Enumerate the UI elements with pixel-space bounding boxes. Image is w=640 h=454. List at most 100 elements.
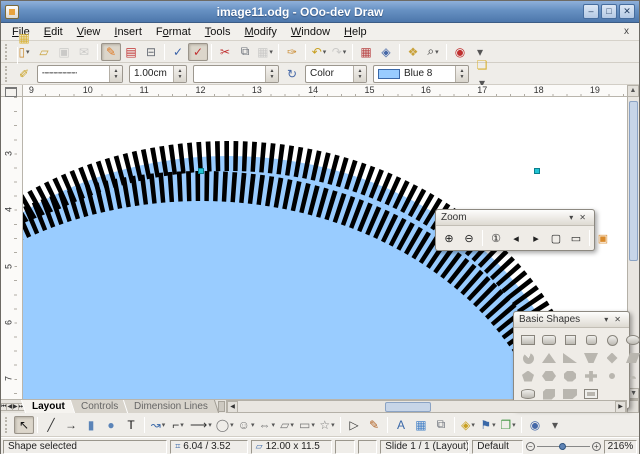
shape-ring-button[interactable]	[602, 368, 622, 384]
dropdown-arrow-icon[interactable]: ▾	[471, 421, 475, 429]
chevron-down-icon[interactable]: ▾	[566, 213, 576, 222]
menu-view[interactable]: View	[70, 25, 108, 39]
zoom-out-button[interactable]: ⊖	[459, 229, 479, 247]
tab-layout[interactable]: Layout	[21, 400, 76, 413]
insert-chart-button[interactable]: ▦	[356, 43, 376, 61]
curve-button[interactable]: ↝▾	[148, 416, 168, 434]
close-button[interactable]: ✕	[619, 4, 635, 19]
connector-button[interactable]: ⌐▾	[168, 416, 188, 434]
glue-points-button[interactable]: ✎	[364, 416, 384, 434]
ruler-origin-icon[interactable]	[1, 85, 23, 97]
help-button[interactable]: ◉	[450, 43, 470, 61]
zoom-slider-track[interactable]	[537, 442, 590, 451]
toolbar-grip[interactable]	[5, 44, 10, 60]
zoom-out-icon[interactable]: −	[526, 442, 535, 451]
alignment-button[interactable]: ⚑▾	[478, 416, 498, 434]
horizontal-ruler[interactable]: 910111213141516171819	[23, 85, 627, 97]
gallery-button[interactable]: ❖	[403, 43, 423, 61]
fontwork-gallery-button[interactable]: A	[391, 416, 411, 434]
menu-tools[interactable]: Tools	[198, 25, 238, 39]
zoom-slider[interactable]: − +	[526, 442, 601, 451]
shape-cross-button[interactable]	[581, 368, 601, 384]
close-document-icon[interactable]: x	[618, 26, 635, 37]
open-button[interactable]: ▱	[34, 43, 54, 61]
scroll-up-icon[interactable]: ▲	[627, 85, 639, 97]
interaction-button[interactable]: ◉	[525, 416, 545, 434]
styles-window-button[interactable]: ▦	[14, 29, 34, 47]
symbol-shapes-button[interactable]: ☺▾	[236, 416, 257, 434]
spinner-icon[interactable]: ▲▼	[353, 66, 366, 82]
shape-hexagon-button[interactable]	[539, 368, 559, 384]
shape-right-triangle-button[interactable]	[560, 350, 580, 366]
selection-handle[interactable]	[198, 168, 204, 174]
rotate-button[interactable]: ◈▾	[458, 416, 478, 434]
vertical-ruler[interactable]: 34567	[1, 97, 23, 399]
dropdown-arrow-icon[interactable]: ▾	[512, 421, 516, 429]
fill-color-select[interactable]: Blue 8 ▲▼	[373, 65, 469, 83]
line-button[interactable]: ╱	[41, 416, 61, 434]
shape-rounded-rectangle-button[interactable]	[539, 332, 559, 348]
dropdown-arrow-icon[interactable]: ▾	[311, 421, 315, 429]
close-icon[interactable]: ✕	[611, 315, 624, 324]
object-zoom-button[interactable]: ▣	[593, 229, 613, 247]
cut-button[interactable]: ✂	[215, 43, 235, 61]
dropdown-arrow-icon[interactable]: ▾	[271, 421, 275, 429]
zoom-percentage[interactable]: 216%	[604, 440, 637, 454]
edit-file-button[interactable]: ✎	[101, 43, 121, 61]
shape-regular-pentagon-button[interactable]	[518, 368, 538, 384]
dropdown-arrow-icon[interactable]: ▾	[331, 421, 335, 429]
ellipse-button[interactable]: ●	[101, 416, 121, 434]
spinner-icon[interactable]: ▲▼	[265, 66, 278, 82]
tab-dimension-lines[interactable]: Dimension Lines	[123, 400, 219, 413]
dropdown-arrow-icon[interactable]: ▾	[290, 421, 294, 429]
scroll-left-icon[interactable]: ◀	[227, 401, 238, 413]
toolbar-grip[interactable]	[5, 417, 10, 433]
redo-button[interactable]: ↷▾	[329, 43, 349, 61]
spinner-icon[interactable]: ▲▼	[109, 66, 122, 82]
stars-button[interactable]: ☆▾	[317, 416, 337, 434]
zoom-next-button[interactable]: ▸	[526, 229, 546, 247]
entire-page-button[interactable]: ▢	[546, 229, 566, 247]
shape-rounded-square-button[interactable]	[581, 332, 601, 348]
pane-splitter[interactable]	[218, 401, 225, 412]
flowcharts-button[interactable]: ▱▾	[277, 416, 297, 434]
zoom-panel-titlebar[interactable]: Zoom ▾ ✕	[436, 210, 594, 226]
undo-button[interactable]: ↶▾	[309, 43, 329, 61]
menu-edit[interactable]: Edit	[37, 25, 70, 39]
shape-circle-pie-button[interactable]	[518, 350, 538, 366]
lines-and-arrows-button[interactable]: ⟶▾	[188, 416, 214, 434]
dropdown-arrow-icon[interactable]: ▾	[343, 48, 347, 56]
zoom-previous-button[interactable]: ◂	[506, 229, 526, 247]
shape-ellipse-button[interactable]	[623, 332, 640, 348]
toolbar-options-button[interactable]: ▾	[545, 416, 565, 434]
auto-spellcheck-button[interactable]: ✓	[188, 43, 208, 61]
shape-octagon-button[interactable]	[560, 368, 580, 384]
spinner-icon[interactable]: ▲▼	[173, 66, 186, 82]
select-button[interactable]: ↖	[14, 416, 34, 434]
zoom-in-button[interactable]: ⊕	[439, 229, 459, 247]
zoom-in-icon[interactable]: +	[592, 442, 601, 451]
arrange-button[interactable]: ❐▾	[498, 416, 518, 434]
menu-window[interactable]: Window	[284, 25, 337, 39]
navigator-button[interactable]: ◈	[376, 43, 396, 61]
title-bar[interactable]: image11.odg - OOo-dev Draw – □ ✕	[1, 1, 639, 23]
shape-rectangle-button[interactable]	[518, 332, 538, 348]
print-button[interactable]: ⊟	[141, 43, 161, 61]
menu-format[interactable]: Format	[149, 25, 198, 39]
copy-button[interactable]: ⧉	[235, 43, 255, 61]
document-as-email-button[interactable]: ✉	[74, 43, 94, 61]
shadow-button[interactable]: ❏	[472, 56, 492, 74]
spellcheck-button[interactable]: ✓	[168, 43, 188, 61]
paste-button[interactable]: ▦▾	[255, 43, 275, 61]
spinner-icon[interactable]: ▲▼	[455, 66, 468, 82]
block-arrows-button[interactable]: ⇔▾	[256, 416, 277, 434]
shape-parallelogram-button[interactable]	[623, 350, 640, 366]
fill-style-select[interactable]: Color ▲▼	[305, 65, 367, 83]
selection-handle[interactable]	[534, 168, 540, 174]
shape-block-arc-button[interactable]	[623, 368, 640, 384]
dropdown-arrow-icon[interactable]: ▾	[492, 421, 496, 429]
menu-modify[interactable]: Modify	[237, 25, 283, 39]
toolbar-grip[interactable]	[5, 66, 10, 82]
vertical-scroll-thumb[interactable]	[629, 101, 638, 261]
basic-shapes-button[interactable]: ◯▾	[214, 416, 236, 434]
